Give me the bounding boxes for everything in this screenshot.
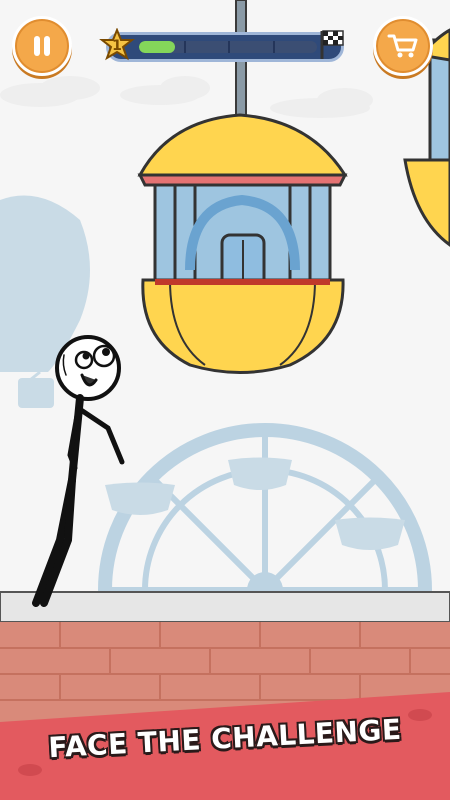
- walkway-floor: [0, 591, 450, 623]
- progress-segment-divider: [228, 41, 230, 53]
- pause-button[interactable]: [12, 16, 72, 76]
- level-number: 1: [112, 38, 122, 54]
- pause-icon: [34, 36, 50, 56]
- checkered-flag-icon: [320, 30, 344, 59]
- shop-button[interactable]: [373, 16, 433, 76]
- cart-icon: [387, 34, 418, 58]
- game-scene: [0, 0, 450, 800]
- progress-track: [139, 41, 317, 53]
- ferris-gondola: [137, 113, 348, 374]
- progress-segment-divider: [184, 41, 186, 53]
- progress-segment-divider: [273, 41, 275, 53]
- gondola-pole: [235, 0, 247, 126]
- progress-fill: [139, 41, 175, 53]
- level-progress-bar: 1: [99, 28, 344, 62]
